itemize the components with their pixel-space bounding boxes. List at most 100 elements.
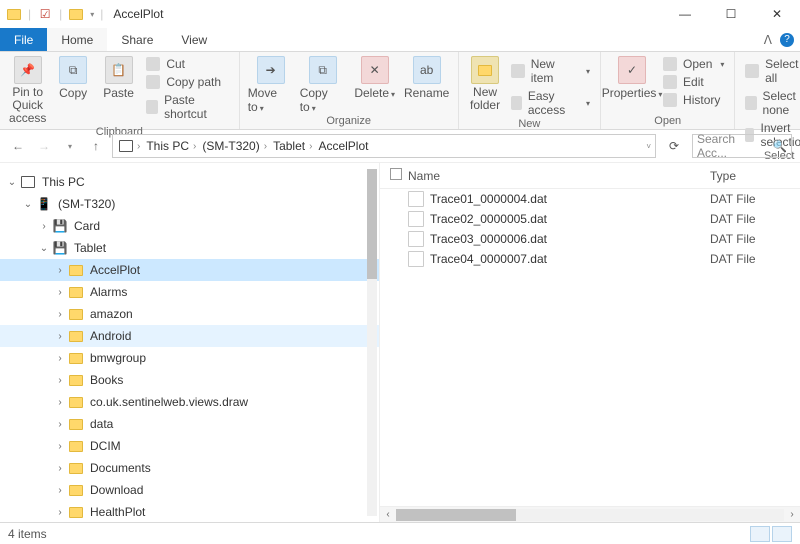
paste-shortcut-button[interactable]: Paste shortcut (144, 92, 230, 122)
maximize-button[interactable]: ☐ (708, 0, 754, 28)
up-button[interactable]: ↑ (86, 136, 106, 156)
select-all-checkbox[interactable] (390, 168, 408, 183)
expander-icon[interactable]: › (52, 353, 68, 364)
tree-node-tablet[interactable]: ⌄ 💾 Tablet (0, 237, 379, 259)
select-none-button[interactable]: Select none (743, 88, 800, 118)
copy-button[interactable]: ⧉ Copy (53, 56, 92, 100)
tree-node-folder[interactable]: ›data (0, 413, 379, 435)
expander-icon[interactable]: › (52, 265, 68, 276)
expander-icon[interactable]: › (52, 397, 68, 408)
expander-icon[interactable]: › (52, 419, 68, 430)
folder-icon (68, 504, 84, 520)
back-button[interactable]: ← (8, 136, 28, 156)
tree-node-folder[interactable]: ›DCIM (0, 435, 379, 457)
recent-button[interactable]: ▾ (60, 136, 80, 156)
history-button[interactable]: History (661, 92, 726, 108)
tab-share[interactable]: Share (107, 28, 167, 51)
edit-button[interactable]: Edit (661, 74, 726, 90)
column-name[interactable]: Name (408, 169, 710, 183)
navigation-tree[interactable]: ⌄ This PC ⌄ 📱 (SM-T320) › 💾 Card ⌄ 💾 Tab… (0, 163, 380, 522)
tree-node-folder[interactable]: ›Download (0, 479, 379, 501)
rename-label: Rename (404, 86, 449, 100)
tree-node-folder[interactable]: ›AccelPlot (0, 259, 379, 281)
tree-node-this-pc[interactable]: ⌄ This PC (0, 171, 379, 193)
expander-icon[interactable]: ⌄ (20, 199, 36, 210)
file-row[interactable]: Trace02_0000005.datDAT File (380, 209, 800, 229)
expander-icon[interactable]: ⌄ (4, 177, 20, 188)
paste-button[interactable]: 📋 Paste (99, 56, 138, 100)
expander-icon[interactable]: › (52, 441, 68, 452)
rename-button[interactable]: ab Rename (404, 56, 450, 100)
breadcrumb-seg[interactable]: This PC› (144, 139, 198, 153)
file-name: Trace04_0000007.dat (430, 252, 710, 266)
tree-node-card[interactable]: › 💾 Card (0, 215, 379, 237)
folder-icon (68, 438, 84, 454)
tree-node-device[interactable]: ⌄ 📱 (SM-T320) (0, 193, 379, 215)
search-input[interactable]: Search Acc... 🔍 (692, 134, 792, 158)
new-item-button[interactable]: New item▾ (509, 56, 592, 86)
tree-node-folder[interactable]: ›Android (0, 325, 379, 347)
refresh-button[interactable]: ⟳ (662, 134, 686, 158)
breadcrumb[interactable]: › This PC› (SM-T320)› Tablet› AccelPlot … (112, 134, 656, 158)
file-row[interactable]: Trace01_0000004.datDAT File (380, 189, 800, 209)
help-icon[interactable]: ? (780, 33, 794, 47)
delete-icon: ✕ (361, 56, 389, 84)
copy-to-button[interactable]: ⧉ Copy to▾ (300, 56, 346, 114)
tree-node-folder[interactable]: ›amazon (0, 303, 379, 325)
move-to-button[interactable]: ➔ Move to▾ (248, 56, 294, 114)
expander-icon[interactable]: › (52, 287, 68, 298)
expander-icon[interactable]: › (52, 463, 68, 474)
delete-button[interactable]: ✕ Delete▾ (352, 56, 398, 100)
horizontal-scrollbar[interactable]: ‹ › (380, 506, 800, 522)
qat-newfolder-icon[interactable] (68, 6, 84, 22)
expander-icon[interactable]: › (36, 221, 52, 232)
tree-label: Books (90, 373, 123, 387)
easy-access-button[interactable]: Easy access▾ (509, 88, 592, 118)
select-all-button[interactable]: Select all (743, 56, 800, 86)
scroll-left-icon[interactable]: ‹ (380, 509, 396, 520)
breadcrumb-seg[interactable]: (SM-T320)› (200, 139, 269, 153)
file-row[interactable]: Trace04_0000007.datDAT File (380, 249, 800, 269)
tree-node-folder[interactable]: ›HealthPlot (0, 501, 379, 522)
open-button[interactable]: Open▾ (661, 56, 726, 72)
expander-icon[interactable]: › (52, 485, 68, 496)
file-list[interactable]: Trace01_0000004.datDAT FileTrace02_00000… (380, 189, 800, 506)
forward-button[interactable]: → (34, 136, 54, 156)
qat-customize-icon[interactable]: ▾ (90, 10, 94, 19)
collapse-ribbon-icon[interactable]: ᐱ (764, 33, 772, 47)
properties-button[interactable]: ✓ Properties▾ (609, 56, 655, 100)
expander-icon[interactable]: › (52, 309, 68, 320)
tree-node-folder[interactable]: ›Alarms (0, 281, 379, 303)
drive-icon: 💾 (52, 218, 68, 234)
history-icon (663, 93, 677, 107)
tab-home[interactable]: Home (47, 28, 107, 51)
tree-node-folder[interactable]: ›Documents (0, 457, 379, 479)
cut-button[interactable]: Cut (144, 56, 230, 72)
breadcrumb-root-icon[interactable]: › (117, 140, 142, 152)
tab-file[interactable]: File (0, 28, 47, 51)
column-type[interactable]: Type (710, 169, 800, 183)
expander-icon[interactable]: › (52, 507, 68, 518)
tree-node-folder[interactable]: ›co.uk.sentinelweb.views.draw (0, 391, 379, 413)
tree-node-folder[interactable]: › Books (0, 369, 379, 391)
scroll-right-icon[interactable]: › (784, 509, 800, 520)
breadcrumb-seg[interactable]: AccelPlot (316, 139, 370, 153)
copy-path-button[interactable]: Copy path (144, 74, 230, 90)
qat-properties-icon[interactable]: ☑ (37, 6, 53, 22)
file-row[interactable]: Trace03_0000006.datDAT File (380, 229, 800, 249)
expander-icon[interactable]: › (52, 331, 68, 342)
view-thumbnails-button[interactable] (772, 526, 792, 542)
breadcrumb-seg[interactable]: Tablet› (271, 139, 314, 153)
pin-to-quick-access-button[interactable]: 📌 Pin to Quick access (8, 56, 47, 126)
new-folder-button[interactable]: New folder (467, 56, 504, 112)
tab-view[interactable]: View (167, 28, 221, 51)
expander-icon[interactable]: › (52, 375, 68, 386)
tree-node-folder[interactable]: ›bmwgroup (0, 347, 379, 369)
tree-scrollbar[interactable] (367, 169, 377, 516)
expander-icon[interactable]: ⌄ (36, 243, 52, 254)
view-details-button[interactable] (750, 526, 770, 542)
breadcrumb-history-icon[interactable]: ˅ (646, 142, 651, 151)
close-button[interactable]: ✕ (754, 0, 800, 28)
minimize-button[interactable]: — (662, 0, 708, 28)
properties-icon: ✓ (618, 56, 646, 84)
